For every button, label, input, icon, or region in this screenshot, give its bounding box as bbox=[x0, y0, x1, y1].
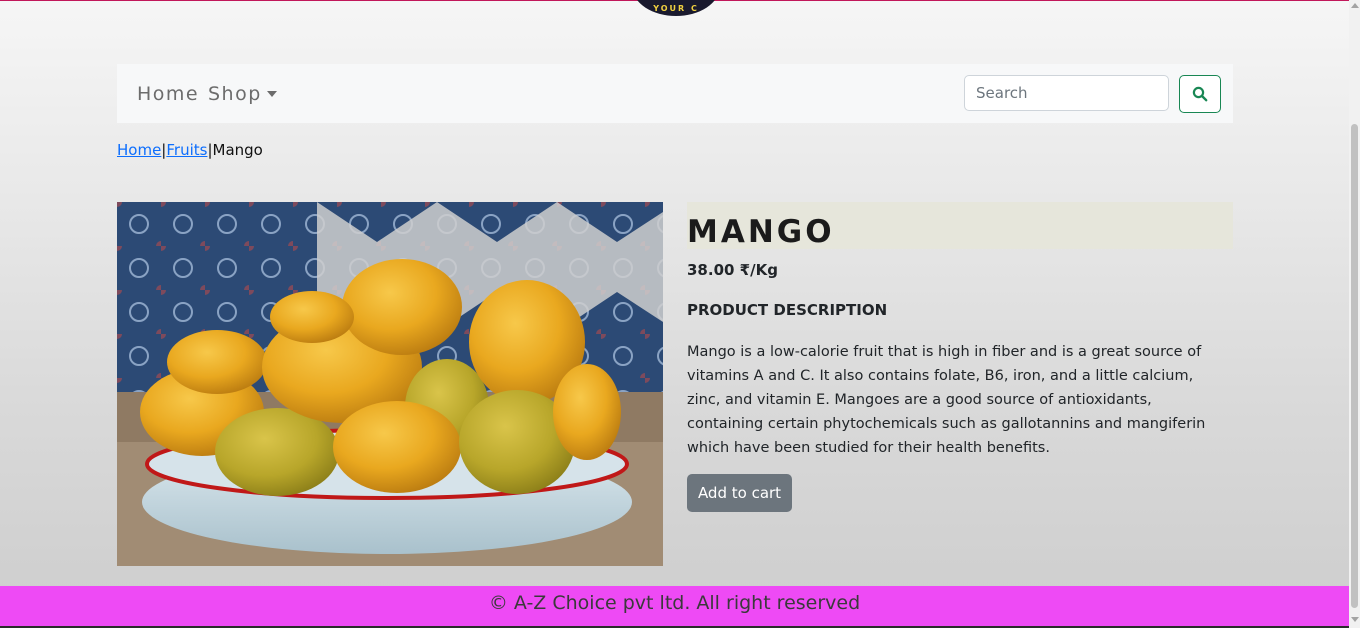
search-icon bbox=[1192, 86, 1208, 102]
site-logo[interactable]: YOUR C bbox=[633, 0, 719, 16]
product-description: Mango is a low-calorie fruit that is hig… bbox=[687, 344, 1206, 456]
navbar: Home Shop bbox=[117, 64, 1233, 123]
scrollbar-thumb[interactable] bbox=[1351, 124, 1358, 608]
caret-down-icon[interactable] bbox=[267, 91, 277, 97]
nav-shop-dropdown[interactable]: Shop bbox=[208, 83, 262, 105]
description-heading: PRODUCT DESCRIPTION bbox=[687, 301, 888, 319]
product-image bbox=[117, 202, 663, 566]
product-price: 38.00 ₹/Kg bbox=[687, 261, 778, 279]
mango-photo bbox=[117, 202, 663, 566]
breadcrumb: Home|Fruits|Mango bbox=[117, 141, 263, 159]
breadcrumb-fruits-link[interactable]: Fruits bbox=[166, 141, 207, 159]
breadcrumb-current: Mango bbox=[212, 141, 263, 159]
add-to-cart-button[interactable]: Add to cart bbox=[687, 474, 792, 512]
product-title: MANGO bbox=[687, 214, 835, 250]
logo-text: YOUR C bbox=[653, 4, 699, 13]
scroll-down-arrow-icon[interactable] bbox=[1351, 617, 1359, 622]
search-button[interactable] bbox=[1179, 75, 1221, 113]
breadcrumb-home-link[interactable]: Home bbox=[117, 141, 161, 159]
scroll-up-arrow-icon[interactable] bbox=[1351, 3, 1359, 8]
search-input[interactable] bbox=[964, 75, 1169, 111]
nav-home-link[interactable]: Home bbox=[137, 83, 199, 105]
footer-copyright: © A-Z Choice pvt ltd. All right reserved bbox=[488, 592, 861, 614]
vertical-scrollbar[interactable] bbox=[1349, 0, 1360, 628]
footer: © A-Z Choice pvt ltd. All right reserved bbox=[0, 586, 1349, 626]
